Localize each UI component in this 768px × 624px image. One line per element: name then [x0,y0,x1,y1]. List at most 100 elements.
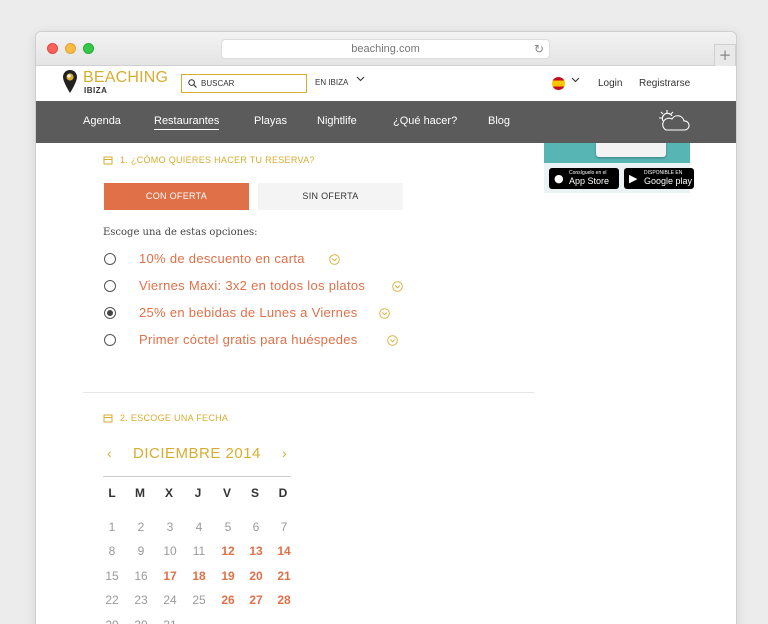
search-icon [188,79,197,88]
nav-item-que-hacer[interactable]: ¿Qué hacer? [393,115,457,127]
calendar-day-available[interactable]: 12 [217,544,239,558]
weekday-label: L [108,486,116,500]
calendar-day-unavailable: 5 [224,520,232,534]
offer-label[interactable]: Viernes Maxi: 3x2 en todos los platos [139,278,365,293]
calendar-header-rule [103,476,291,477]
calendar-day-unavailable: 31 [159,618,181,624]
calendar-day-available[interactable]: 21 [273,569,295,583]
search-input[interactable] [201,77,301,90]
calendar-icon [103,414,113,423]
close-window-button[interactable] [47,43,58,54]
section-divider [83,392,534,393]
google-play-button[interactable]: ▶ DISPONIBLE EN Google play [624,168,694,189]
calendar-day-unavailable: 6 [252,520,260,534]
offer-radio[interactable] [104,334,116,346]
nav-item-nightlife[interactable]: Nightlife [317,115,357,127]
tab-sin-oferta[interactable]: SIN OFERTA [258,183,403,210]
calendar-day-available[interactable]: 14 [273,544,295,558]
calendar-day-unavailable: 25 [192,593,206,607]
step1-title: 1. ¿CÓMO QUIERES HACER TU RESERVA? [120,155,315,165]
app-download-banner: ● Consíguelo en el App Store ▶ DISPONIBL… [544,143,694,193]
calendar-day-unavailable: 23 [134,593,148,607]
browser-toolbar: beaching.com ↻ + [36,32,736,66]
offer-radio[interactable] [104,280,116,292]
offer-radio[interactable] [104,253,116,265]
chevron-down-icon[interactable] [571,77,580,83]
calendar-day-unavailable: 22 [105,593,119,607]
play-icon: ▶ [629,172,638,185]
step2-title: 2. ESCOGE UNA FECHA [120,413,229,423]
register-link[interactable]: Registrarse [639,78,690,89]
weekday-label: S [250,486,259,500]
login-link[interactable]: Login [598,78,622,89]
chevron-down-circle-icon[interactable] [387,335,398,346]
calendar-day-available[interactable]: 20 [245,569,267,583]
calendar-day-available[interactable]: 13 [245,544,267,558]
offer-label[interactable]: Primer cóctel gratis para huéspedes [139,332,358,347]
calendar-day-unavailable: 30 [130,618,152,624]
address-bar[interactable]: beaching.com ↻ [221,39,550,59]
weekday-label: X [164,486,173,500]
calendar-day-unavailable: 15 [105,569,119,583]
map-pin-logo-icon[interactable] [62,69,78,95]
calendar-day-unavailable: 2 [137,520,145,534]
calendar-day-unavailable: 7 [280,520,288,534]
weekday-label: V [222,486,231,500]
logo-title[interactable]: BEACHING [83,69,168,87]
calendar-day-available[interactable]: 17 [159,569,181,583]
calendar-day-available[interactable]: 26 [217,593,239,607]
main-nav: Agenda Restaurantes Playas Nightlife ¿Qu… [36,101,736,143]
calendar-next-month-button[interactable]: › [282,445,287,461]
browser-window: beaching.com ↻ + BEACHING IBIZA EN IBIZA [36,32,736,624]
minimize-window-button[interactable] [65,43,76,54]
calendar-day-unavailable: 3 [166,520,174,534]
phone-illustration [596,143,666,157]
nav-item-restaurantes[interactable]: Restaurantes [154,115,220,130]
maximize-window-button[interactable] [83,43,94,54]
apple-icon: ● [554,172,564,185]
chevron-down-circle-icon[interactable] [329,254,340,265]
app-store-label: App Store [569,176,610,186]
options-hint: Escoge una de estas opciones: [103,227,258,238]
calendar-day-unavailable: 29 [101,618,123,624]
calendar-day-available[interactable]: 27 [245,593,267,607]
calendar-day-unavailable: 11 [192,544,206,558]
google-play-label: Google play [644,176,693,186]
offer-radio-selected[interactable] [104,307,116,319]
calendar-day-available[interactable]: 18 [188,569,210,583]
location-selector-label[interactable]: EN IBIZA [315,78,348,87]
search-box[interactable] [181,74,307,93]
calendar-day-available[interactable]: 28 [273,593,295,607]
chevron-down-circle-icon[interactable] [379,308,390,319]
new-tab-button[interactable]: + [714,44,736,66]
site-header: BEACHING IBIZA EN IBIZA Login Registrars… [36,67,736,101]
calendar-month-label: DICIEMBRE 2014 [133,445,261,462]
calendar-day-unavailable: 8 [108,544,116,558]
weekday-label: J [194,486,202,500]
calendar-day-unavailable: 1 [108,520,116,534]
logo-subtitle: IBIZA [84,86,108,95]
chevron-down-icon[interactable] [356,76,365,82]
offer-label[interactable]: 25% en bebidas de Lunes a Viernes [139,305,358,320]
booking-content: ● Consíguelo en el App Store ▶ DISPONIBL… [36,143,736,624]
nav-item-agenda[interactable]: Agenda [83,115,121,127]
calendar-day-unavailable: 9 [137,544,145,558]
calendar-day-unavailable: 24 [163,593,177,607]
tab-con-oferta[interactable]: CON OFERTA [104,183,249,210]
chevron-down-circle-icon[interactable] [392,281,403,292]
calendar-day-available[interactable]: 19 [217,569,239,583]
reload-icon[interactable]: ↻ [534,40,544,58]
offer-label[interactable]: 10% de descuento en carta [139,251,305,266]
app-store-button[interactable]: ● Consíguelo en el App Store [549,168,619,189]
weekday-label: M [135,486,145,500]
spain-flag-icon[interactable] [552,77,565,90]
calendar-prev-month-button[interactable]: ‹ [107,445,112,461]
nav-item-playas[interactable]: Playas [254,115,287,127]
nav-item-blog[interactable]: Blog [488,115,510,127]
calendar-icon [103,156,113,165]
url-text: beaching.com [351,43,420,55]
calendar-day-unavailable: 4 [195,520,203,534]
calendar-day-unavailable: 10 [163,544,177,558]
weekday-label: D [278,486,288,500]
sun-cloud-weather-icon [659,110,690,131]
